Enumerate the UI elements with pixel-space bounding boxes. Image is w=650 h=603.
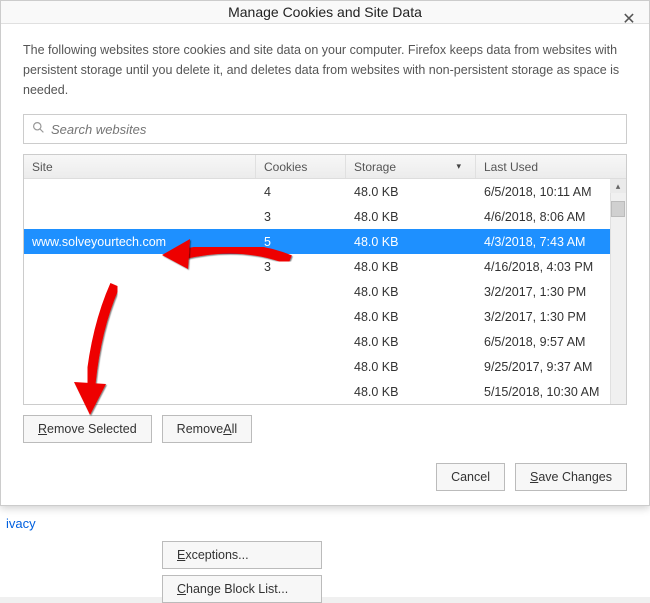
change-blocklist-button[interactable]: Change Block List... (162, 575, 322, 603)
table-row[interactable]: 348.0 KB4/16/2018, 4:03 PM (24, 254, 626, 279)
scroll-up-icon[interactable]: ▴ (610, 179, 626, 193)
manage-cookies-dialog: Manage Cookies and Site Data ✕ The follo… (0, 0, 650, 506)
cell-last-used: 4/16/2018, 4:03 PM (476, 260, 626, 274)
sort-indicator-icon: ▾ (456, 161, 461, 172)
cell-storage: 48.0 KB (346, 360, 476, 374)
cell-cookies: 4 (256, 185, 346, 199)
cookies-table: Site Cookies Storage▾ Last Used 448.0 KB… (23, 154, 627, 405)
table-row[interactable]: 448.0 KB6/5/2018, 10:11 AM (24, 179, 626, 204)
cell-cookies: 5 (256, 235, 346, 249)
cell-last-used: 6/5/2018, 9:57 AM (476, 335, 626, 349)
scrollbar-thumb[interactable] (611, 201, 625, 217)
background-preferences-page: ivacy Exceptions... Change Block List... (0, 506, 650, 597)
dialog-title: Manage Cookies and Site Data (228, 4, 422, 20)
vertical-scrollbar[interactable]: ▴ (610, 179, 626, 404)
cell-storage: 48.0 KB (346, 235, 476, 249)
table-row[interactable]: 48.0 KB6/5/2018, 9:57 AM (24, 329, 626, 354)
cell-last-used: 9/25/2017, 9:37 AM (476, 360, 626, 374)
table-row[interactable]: 48.0 KB9/25/2017, 9:37 AM (24, 354, 626, 379)
cell-last-used: 3/2/2017, 1:30 PM (476, 310, 626, 324)
table-body[interactable]: 448.0 KB6/5/2018, 10:11 AM348.0 KB4/6/20… (24, 179, 626, 404)
dialog-description: The following websites store cookies and… (23, 40, 627, 100)
cell-storage: 48.0 KB (346, 260, 476, 274)
column-header-site[interactable]: Site (24, 155, 256, 178)
remove-selected-button[interactable]: Remove Selected (23, 415, 152, 443)
column-header-last-used[interactable]: Last Used (476, 155, 626, 178)
dialog-header: Manage Cookies and Site Data ✕ (1, 1, 649, 24)
table-row[interactable]: 48.0 KB3/2/2017, 1:30 PM (24, 304, 626, 329)
column-header-storage[interactable]: Storage▾ (346, 155, 476, 178)
cell-last-used: 4/3/2018, 7:43 AM (476, 235, 626, 249)
cell-cookies: 3 (256, 210, 346, 224)
cell-last-used: 3/2/2017, 1:30 PM (476, 285, 626, 299)
cell-storage: 48.0 KB (346, 285, 476, 299)
cell-storage: 48.0 KB (346, 335, 476, 349)
table-row[interactable]: 48.0 KB5/15/2018, 10:30 AM (24, 379, 626, 404)
column-header-cookies[interactable]: Cookies (256, 155, 346, 178)
table-row[interactable]: 48.0 KB3/2/2017, 1:30 PM (24, 279, 626, 304)
search-input[interactable] (51, 122, 618, 137)
privacy-link[interactable]: ivacy (6, 516, 36, 531)
table-row[interactable]: www.solveyourtech.com548.0 KB4/3/2018, 7… (24, 229, 626, 254)
search-icon (32, 121, 45, 137)
cell-storage: 48.0 KB (346, 185, 476, 199)
exceptions-button[interactable]: Exceptions... (162, 541, 322, 569)
save-changes-button[interactable]: Save Changes (515, 463, 627, 491)
cell-site: www.solveyourtech.com (24, 235, 256, 249)
remove-all-button[interactable]: Remove All (162, 415, 252, 443)
cell-last-used: 6/5/2018, 10:11 AM (476, 185, 626, 199)
cell-storage: 48.0 KB (346, 210, 476, 224)
cancel-button[interactable]: Cancel (436, 463, 505, 491)
cell-storage: 48.0 KB (346, 310, 476, 324)
cell-last-used: 4/6/2018, 8:06 AM (476, 210, 626, 224)
search-field-wrapper[interactable] (23, 114, 627, 144)
close-icon[interactable]: ✕ (617, 7, 641, 31)
table-header: Site Cookies Storage▾ Last Used (24, 155, 626, 179)
table-row[interactable]: 348.0 KB4/6/2018, 8:06 AM (24, 204, 626, 229)
cell-cookies: 3 (256, 260, 346, 274)
cell-last-used: 5/15/2018, 10:30 AM (476, 385, 626, 399)
cell-storage: 48.0 KB (346, 385, 476, 399)
